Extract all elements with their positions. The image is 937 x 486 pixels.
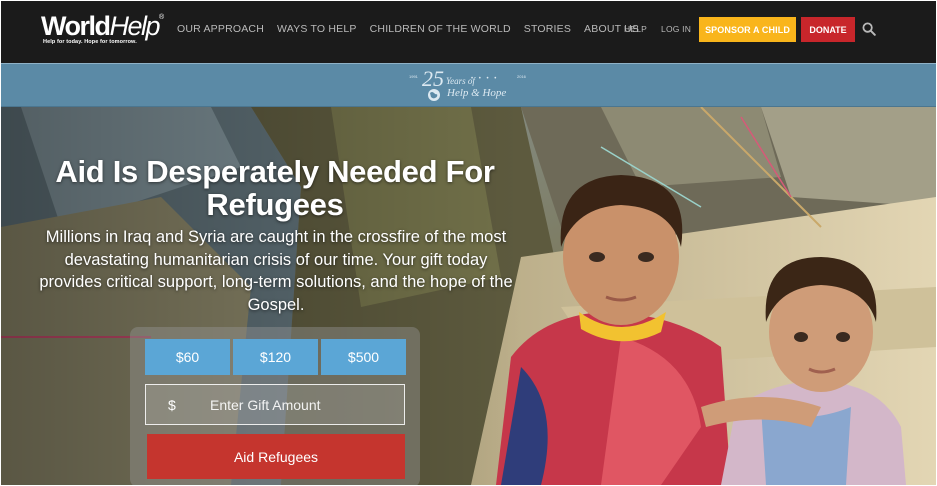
- aid-refugees-button[interactable]: Aid Refugees: [147, 434, 405, 479]
- anniversary-start-year: 1991: [409, 74, 418, 79]
- anniversary-tagline: Help & Hope: [447, 87, 507, 99]
- hero-section: Aid Is Desperately Needed For Refugees M…: [1, 107, 936, 485]
- sponsor-a-child-button[interactable]: SPONSOR A CHILD: [699, 17, 796, 42]
- nav-ways-to-help[interactable]: WAYS TO HELP: [277, 23, 357, 35]
- nav-children-of-the-world[interactable]: CHILDREN OF THE WORLD: [370, 23, 511, 35]
- currency-symbol: $: [168, 396, 176, 413]
- world-help-logo[interactable]: WorldHelp ® Help for today. Hope for tom…: [41, 11, 165, 46]
- anniversary-banner: 1991 25 Years of • • • • 2016 Help & Hop…: [1, 63, 936, 107]
- search-icon[interactable]: [862, 22, 876, 36]
- gift-amount-field[interactable]: $: [145, 384, 405, 425]
- hero-description: Millions in Iraq and Syria are caught in…: [39, 228, 513, 314]
- anniversary-emblem[interactable]: 1991 25 Years of • • • • 2016 Help & Hop…: [409, 66, 531, 104]
- amount-120-button[interactable]: $120: [233, 339, 318, 375]
- donate-button[interactable]: DONATE: [801, 17, 855, 42]
- amount-500-button[interactable]: $500: [321, 339, 406, 375]
- logo-wordmark: WorldHelp: [41, 11, 161, 41]
- anniversary-end-year: 2016: [517, 74, 526, 79]
- logo-tagline: Help for today. Hope for tomorrow.: [43, 39, 137, 45]
- nav-log-in[interactable]: LOG IN: [661, 24, 691, 34]
- amount-options: $60 $120 $500: [145, 339, 406, 375]
- top-navigation: WorldHelp ® Help for today. Hope for tom…: [1, 1, 936, 63]
- globe-icon: [427, 88, 441, 102]
- amount-60-button[interactable]: $60: [145, 339, 230, 375]
- gift-amount-input[interactable]: [210, 396, 400, 413]
- registered-mark: ®: [159, 14, 165, 21]
- donation-form: $60 $120 $500 $ Aid Refugees: [130, 327, 420, 485]
- hero-headline: Aid Is Desperately Needed For Refugees: [55, 154, 495, 222]
- anniversary-dots: • • • •: [471, 76, 499, 82]
- nav-help[interactable]: HELP: [624, 24, 647, 34]
- nav-stories[interactable]: STORIES: [524, 23, 571, 35]
- main-menu: OUR APPROACH WAYS TO HELP CHILDREN OF TH…: [177, 23, 652, 35]
- utility-menu: HELP LOG IN: [624, 24, 705, 34]
- nav-our-approach[interactable]: OUR APPROACH: [177, 23, 264, 35]
